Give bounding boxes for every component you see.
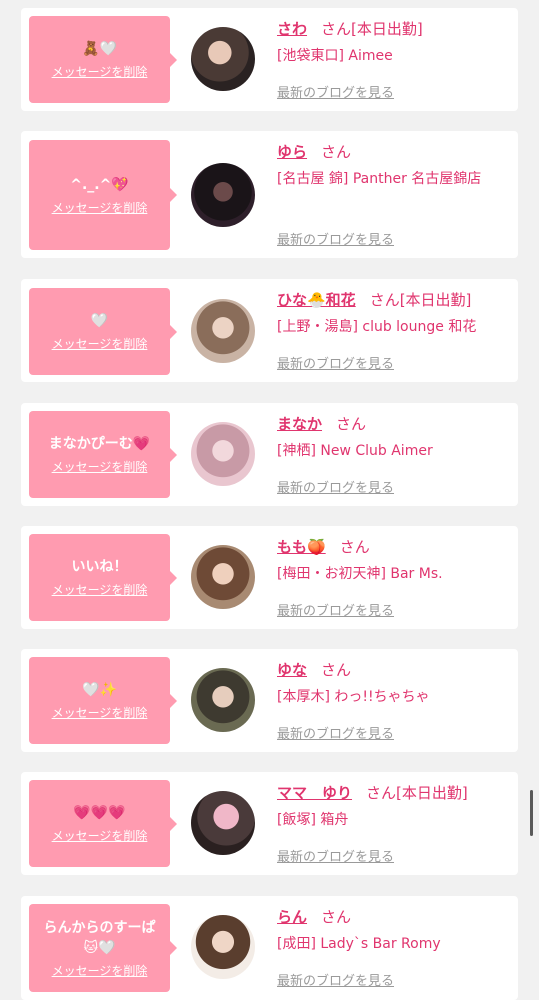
shop-name: [名古屋 錦] Panther 名古屋錦店 xyxy=(277,171,482,187)
cast-name-link[interactable]: ゆら xyxy=(277,143,307,161)
latest-blog-link[interactable]: 最新のブログを見る xyxy=(277,970,394,989)
honorific: さん xyxy=(321,908,352,926)
shop-name: [神栖] New Club Aimer xyxy=(277,443,433,459)
message-bubble: 💗💗💗 メッセージを削除 xyxy=(29,780,177,867)
latest-blog-link[interactable]: 最新のブログを見る xyxy=(277,477,394,496)
latest-blog-link[interactable]: 最新のブログを見る xyxy=(277,82,394,101)
honorific: さん xyxy=(336,415,367,433)
delete-message-link[interactable]: メッセージを削除 xyxy=(52,458,148,475)
cast-name-link[interactable]: さわ xyxy=(277,20,307,38)
shop-name: [本厚木] わっ!!ちゃちゃ xyxy=(277,689,430,705)
latest-blog-link[interactable]: 最新のブログを見る xyxy=(277,846,394,865)
delete-message-link[interactable]: メッセージを削除 xyxy=(52,827,148,844)
avatar[interactable] xyxy=(191,299,255,363)
message-text: まなかぴーむ💗 xyxy=(48,436,151,452)
delete-message-link[interactable]: メッセージを削除 xyxy=(52,704,148,721)
delete-message-link[interactable]: メッセージを削除 xyxy=(52,63,148,80)
honorific: さん xyxy=(321,143,352,161)
message-text: 🤍 xyxy=(90,313,109,329)
message-bubble: 🤍✨ メッセージを削除 xyxy=(29,657,177,744)
latest-blog-link[interactable]: 最新のブログを見る xyxy=(277,353,394,372)
message-bubble: ^._.^💖 メッセージを削除 xyxy=(29,140,177,250)
message-text: いいね！ xyxy=(71,559,128,575)
delete-message-link[interactable]: メッセージを削除 xyxy=(52,335,148,352)
avatar[interactable] xyxy=(191,668,255,732)
latest-blog-link[interactable]: 最新のブログを見る xyxy=(277,229,394,248)
avatar[interactable] xyxy=(191,791,255,855)
avatar[interactable] xyxy=(191,915,255,979)
avatar[interactable] xyxy=(191,163,255,227)
scrollbar[interactable] xyxy=(530,790,533,836)
honorific: さん xyxy=(321,20,352,38)
message-text: 💗💗💗 xyxy=(73,805,126,821)
message-bubble: 🤍 メッセージを削除 xyxy=(29,288,177,375)
cast-name-link[interactable]: らん xyxy=(277,908,307,926)
message-bubble: 🧸🤍 メッセージを削除 xyxy=(29,16,177,103)
cast-name-link[interactable]: まなか xyxy=(277,415,322,433)
list-item: 🤍 メッセージを削除 ひな🐣和花 さん[本日出勤] [上野・湯島] club lo… xyxy=(21,279,518,382)
shop-name: [飯塚] 箱舟 xyxy=(277,812,349,828)
list-item: 🧸🤍 メッセージを削除 さわ さん[本日出勤] [池袋東口] Aimee 最新のブ… xyxy=(21,8,518,111)
cast-name-link[interactable]: ママ ゆり xyxy=(277,784,352,802)
list-item: まなかぴーむ💗 メッセージを削除 まなか さん [神栖] New Club Aim… xyxy=(21,403,518,506)
shop-name: [成田] Lady`s Bar Romy xyxy=(277,936,441,952)
message-text: らんからのすーぱ🐱🤍 xyxy=(43,919,156,956)
status-badge: [本日出勤] xyxy=(351,20,423,38)
status-badge: [本日出勤] xyxy=(399,291,472,309)
message-bubble: らんからのすーぱ🐱🤍 メッセージを削除 xyxy=(29,904,177,992)
message-text: 🧸🤍 xyxy=(82,41,117,57)
list-item: 🤍✨ メッセージを削除 ゆな さん [本厚木] わっ!!ちゃちゃ 最新のブログを見… xyxy=(21,649,518,752)
shop-name: [梅田・お初天神] Bar Ms. xyxy=(277,566,443,582)
honorific: さん xyxy=(321,661,352,679)
cast-name-link[interactable]: ひな🐣和花 xyxy=(277,291,356,309)
message-text: ^._.^💖 xyxy=(70,176,129,193)
list-item: ^._.^💖 メッセージを削除 ゆら さん [名古屋 錦] Panther 名古屋… xyxy=(21,131,518,258)
delete-message-link[interactable]: メッセージを削除 xyxy=(52,581,148,598)
latest-blog-link[interactable]: 最新のブログを見る xyxy=(277,600,394,619)
honorific: さん xyxy=(369,291,400,309)
delete-message-link[interactable]: メッセージを削除 xyxy=(52,962,148,979)
latest-blog-link[interactable]: 最新のブログを見る xyxy=(277,723,394,742)
honorific: さん xyxy=(366,784,397,802)
honorific: さん xyxy=(339,538,370,556)
avatar[interactable] xyxy=(191,545,255,609)
delete-message-link[interactable]: メッセージを削除 xyxy=(52,199,148,216)
list-item: いいね！ メッセージを削除 もも🍑 さん [梅田・お初天神] Bar Ms. 最新… xyxy=(21,526,518,629)
list-item: らんからのすーぱ🐱🤍 メッセージを削除 らん さん [成田] Lady`s Bar… xyxy=(21,896,518,1000)
status-badge: [本日出勤] xyxy=(396,784,468,802)
cast-name-link[interactable]: ゆな xyxy=(277,661,307,679)
avatar[interactable] xyxy=(191,27,255,91)
list-item: 💗💗💗 メッセージを削除 ママ ゆり さん[本日出勤] [飯塚] 箱舟 最新のブロ… xyxy=(21,772,518,875)
cast-name-link[interactable]: もも🍑 xyxy=(277,538,326,556)
avatar[interactable] xyxy=(191,422,255,486)
message-bubble: まなかぴーむ💗 メッセージを削除 xyxy=(29,411,177,498)
message-bubble: いいね！ メッセージを削除 xyxy=(29,534,177,621)
shop-name: [上野・湯島] club lounge 和花 xyxy=(277,319,477,335)
message-text: 🤍✨ xyxy=(82,682,117,698)
shop-name: [池袋東口] Aimee xyxy=(277,48,393,64)
